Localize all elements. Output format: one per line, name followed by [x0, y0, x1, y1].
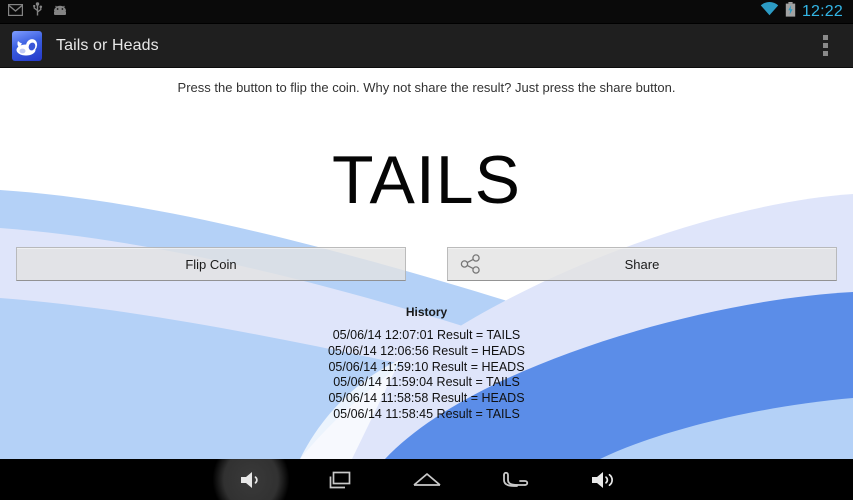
wifi-icon: [760, 2, 779, 21]
flip-coin-button-label: Flip Coin: [185, 256, 237, 272]
action-bar: Tails or Heads: [0, 24, 853, 68]
status-bar: 12:22: [0, 0, 853, 24]
home-icon: [411, 469, 443, 491]
volume-up-icon: [589, 469, 617, 491]
battery-charging-icon: [785, 1, 796, 22]
recents-button[interactable]: [295, 459, 383, 500]
instruction-text: Press the button to flip the coin. Why n…: [177, 80, 676, 95]
usb-icon: [32, 2, 43, 21]
android-screen: 12:22 Tails or Heads Press the button to…: [0, 0, 853, 500]
status-bar-clock: 12:22: [801, 2, 843, 20]
history-item: 05/06/14 11:59:10 Result = HEADS: [328, 359, 525, 374]
share-button[interactable]: Share: [447, 247, 837, 281]
history-title: History: [405, 305, 448, 319]
share-button-label: Share: [624, 256, 660, 272]
recents-icon: [325, 469, 353, 491]
history-list: 05/06/14 12:07:01 Result = TAILS 05/06/1…: [0, 328, 853, 423]
history-item: 05/06/14 11:59:04 Result = TAILS: [333, 375, 520, 390]
volume-down-icon: [238, 469, 264, 491]
volume-down-button[interactable]: [206, 459, 295, 500]
history-item: 05/06/14 11:58:58 Result = HEADS: [328, 391, 525, 406]
app-content: Press the button to flip the coin. Why n…: [0, 68, 853, 459]
overflow-menu-icon[interactable]: [813, 26, 837, 66]
action-buttons-row: Flip Coin Share: [16, 247, 837, 281]
back-icon: [500, 469, 530, 491]
content-foreground: Press the button to flip the coin. Why n…: [0, 68, 853, 459]
mail-icon: [7, 3, 24, 21]
history-item: 05/06/14 12:07:01 Result = TAILS: [332, 328, 521, 342]
status-bar-system-icons: 12:22: [760, 1, 853, 22]
share-icon: [460, 254, 482, 274]
back-button[interactable]: [471, 459, 559, 500]
flip-coin-button[interactable]: Flip Coin: [16, 247, 406, 281]
status-bar-notification-icons: [0, 2, 68, 21]
android-icon: [52, 3, 68, 21]
navigation-bar: [0, 459, 853, 500]
app-title: Tails or Heads: [56, 36, 159, 54]
history-item: 05/06/14 12:06:56 Result = HEADS: [327, 343, 525, 358]
history-item: 05/06/14 11:58:45 Result = TAILS: [333, 406, 520, 421]
navigation-buttons: [206, 459, 647, 500]
home-button[interactable]: [383, 459, 471, 500]
app-icon: [12, 30, 42, 61]
volume-up-button[interactable]: [559, 459, 647, 500]
coin-result: TAILS: [332, 142, 521, 218]
